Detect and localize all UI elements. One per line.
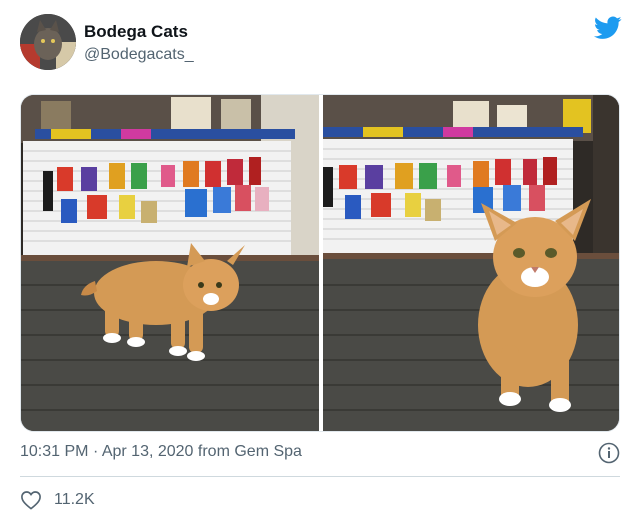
tweet-date[interactable]: Apr 13, 2020 (102, 443, 194, 460)
divider (20, 476, 620, 477)
heart-icon (21, 491, 41, 510)
author-names: Bodega Cats @Bodegacats_ (84, 22, 194, 66)
avatar-image (20, 14, 76, 70)
like-count: 11.2K (54, 491, 95, 508)
photo-cat-walking-toward-camera[interactable] (323, 95, 619, 431)
meta-separator: · (92, 443, 99, 460)
info-icon[interactable] (598, 442, 620, 464)
twitter-bird-icon[interactable] (594, 16, 622, 40)
photo-cat-walking-left[interactable] (21, 95, 319, 431)
tweet-time[interactable]: 10:31 PM (20, 443, 88, 460)
photo-image (323, 95, 619, 431)
display-name[interactable]: Bodega Cats (84, 22, 194, 42)
tweet-source: from Gem Spa (197, 443, 302, 460)
avatar[interactable] (20, 14, 76, 70)
like-button[interactable]: 11.2K (20, 490, 95, 510)
handle[interactable]: @Bodegacats_ (84, 44, 194, 66)
photo-image (21, 95, 319, 431)
tweet-timestamp: 10:31 PM · Apr 13, 2020 from Gem Spa (20, 443, 302, 461)
media-grid (20, 94, 620, 432)
tweet-card: Bodega Cats @Bodegacats_ 10:31 PM · Apr … (0, 0, 640, 525)
